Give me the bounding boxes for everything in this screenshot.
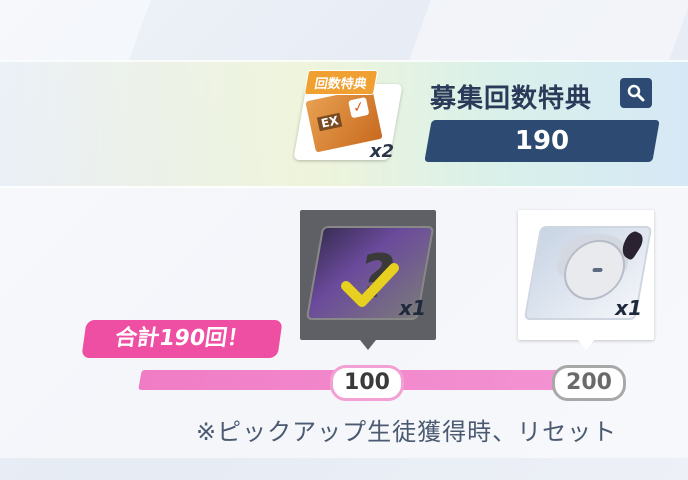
character-eye [592, 268, 603, 272]
recruit-count-value: 190 [514, 126, 570, 156]
total-count-badge: 合計190回！ [81, 320, 283, 358]
search-icon [627, 84, 645, 102]
info-search-button[interactable] [620, 78, 652, 108]
bonus-ticket-item[interactable]: EX ✓ 回数特典 x2 [293, 70, 404, 170]
check-icon: ✓ [348, 96, 370, 119]
reset-note: ※ピックアップ生徒獲得時、リセット [196, 418, 618, 446]
ticket-quantity: x2 [369, 141, 394, 162]
reward-card-200[interactable]: x1 [518, 210, 654, 350]
bg-shape [0, 0, 151, 60]
claimed-check-icon [341, 263, 399, 307]
recruit-bonus-title: 募集回数特典 [430, 84, 593, 114]
reward-quantity: x1 [615, 296, 642, 320]
pointer-arrow [578, 340, 594, 350]
pointer-arrow [360, 340, 376, 350]
milestone-200: 200 [552, 365, 626, 401]
bg-shape [409, 0, 688, 60]
reward-quantity: x1 [399, 296, 426, 320]
milestone-100: 100 [330, 365, 404, 401]
ticket-tag: 回数特典 [303, 70, 379, 95]
ex-label: EX [316, 112, 343, 132]
reward-card-100[interactable]: ? x1 [300, 210, 436, 350]
